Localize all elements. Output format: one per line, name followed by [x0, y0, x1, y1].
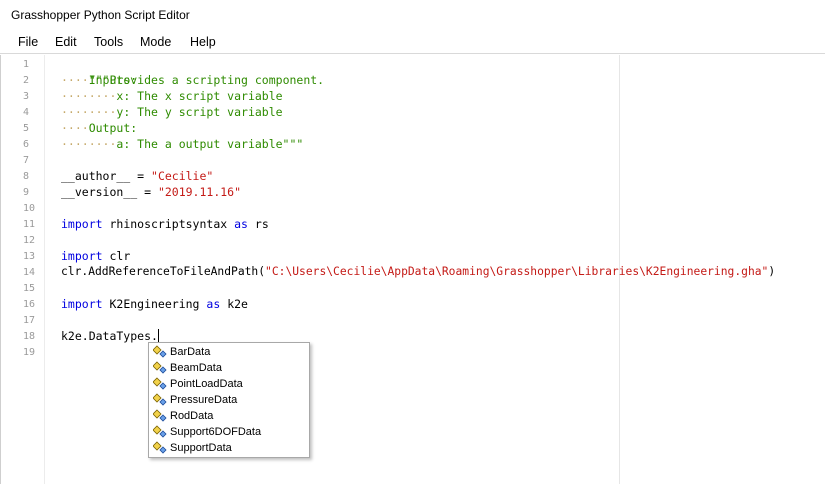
- docstring: Inputs:: [88, 73, 138, 87]
- line-number: 16: [23, 299, 36, 310]
- docstring: a: The a output variable""": [116, 137, 304, 151]
- line-number: 9: [23, 187, 30, 198]
- identifier: clr: [102, 249, 131, 263]
- line-number: 2: [23, 75, 30, 86]
- title-bar: Grasshopper Python Script Editor: [0, 0, 825, 32]
- class-icon: [153, 361, 167, 374]
- code-editor[interactable]: 1 2 3 4 5 6 7 8 9 10 11 12 13 14 15 16 1…: [0, 55, 825, 484]
- docstring: y: The y script variable: [116, 105, 283, 119]
- whitespace-dots: ········: [61, 137, 117, 151]
- line-number: 3: [23, 91, 30, 102]
- window-title: Grasshopper Python Script Editor: [11, 8, 190, 22]
- identifier: k2e: [220, 297, 248, 311]
- identifier: clr.AddReferenceToFileAndPath(: [61, 265, 266, 278]
- docstring: x: The x script variable: [116, 89, 283, 103]
- autocomplete-item[interactable]: Support6DOFData: [151, 424, 307, 440]
- code-line-5: ····Output:: [61, 120, 137, 136]
- whitespace-dots: ····: [61, 121, 89, 135]
- autocomplete-item[interactable]: BeamData: [151, 360, 307, 376]
- identifier: __author__ =: [61, 169, 152, 183]
- autocomplete-item[interactable]: PointLoadData: [151, 376, 307, 392]
- docstring: Output:: [88, 121, 138, 135]
- autocomplete-item[interactable]: RodData: [151, 408, 307, 424]
- code-line-2: ····Inputs:: [61, 72, 137, 88]
- code-line-14: clr.AddReferenceToFileAndPath("C:\Users\…: [61, 264, 775, 280]
- identifier: rhinoscriptsyntax: [102, 217, 235, 231]
- autocomplete-label: Support6DOFData: [170, 426, 262, 438]
- line-number: 17: [23, 315, 36, 326]
- identifier: __version__ =: [61, 185, 158, 199]
- line-number: 6: [23, 139, 30, 150]
- autocomplete-item[interactable]: PressureData: [151, 392, 307, 408]
- line-number: 4: [23, 107, 30, 118]
- line-number: 8: [23, 171, 30, 182]
- line-number: 13: [23, 251, 36, 262]
- string-literal: "C:\Users\Cecilie\AppData\Roaming\Grassh…: [265, 265, 769, 278]
- code-line-4: ········y: The y script variable: [61, 104, 283, 120]
- identifier: K2Engineering: [102, 297, 207, 311]
- keyword: import: [61, 297, 103, 311]
- code-line-8: __author__ = "Cecilie": [61, 168, 213, 184]
- line-number: 15: [23, 283, 36, 294]
- string-literal: "2019.11.16": [157, 185, 242, 199]
- class-icon: [153, 393, 167, 406]
- string-literal: "Cecilie": [151, 169, 214, 183]
- line-number: 12: [23, 235, 36, 246]
- autocomplete-label: BeamData: [170, 362, 222, 374]
- menu-help[interactable]: Help: [190, 35, 216, 49]
- code-line-6: ········a: The a output variable""": [61, 136, 303, 152]
- class-icon: [153, 409, 167, 422]
- code-line-13: import clr: [61, 248, 130, 264]
- menu-file[interactable]: File: [18, 35, 38, 49]
- line-number: 11: [23, 219, 36, 230]
- keyword: import: [61, 249, 103, 263]
- menu-bar: File Edit Tools Mode Help: [0, 32, 825, 54]
- menu-mode[interactable]: Mode: [140, 35, 171, 49]
- line-number: 19: [23, 347, 36, 358]
- keyword: as: [234, 217, 248, 231]
- line-number: 5: [23, 123, 30, 134]
- menu-tools[interactable]: Tools: [94, 35, 123, 49]
- keyword: as: [206, 297, 221, 311]
- autocomplete-label: BarData: [170, 346, 211, 358]
- class-icon: [153, 345, 167, 358]
- class-icon: [153, 377, 167, 390]
- autocomplete-popup[interactable]: BarData BeamData PointLoadData PressureD…: [148, 342, 310, 458]
- line-number: 10: [23, 203, 36, 214]
- whitespace-dots: ····: [61, 73, 89, 87]
- menu-edit[interactable]: Edit: [55, 35, 77, 49]
- class-icon: [153, 441, 167, 454]
- autocomplete-label: RodData: [170, 410, 214, 422]
- code-line-3: ········x: The x script variable: [61, 88, 283, 104]
- line-number: 1: [23, 59, 30, 70]
- identifier: rs: [247, 217, 269, 231]
- code-line-1: """Provides a scripting component.: [61, 56, 324, 87]
- autocomplete-item[interactable]: SupportData: [151, 440, 307, 456]
- line-number: 7: [23, 155, 30, 166]
- fold-margin: [44, 55, 45, 484]
- identifier: ): [768, 265, 776, 278]
- line-number: 14: [23, 267, 36, 278]
- autocomplete-label: PressureData: [170, 394, 238, 406]
- autocomplete-label: PointLoadData: [170, 378, 243, 390]
- code-line-16: import K2Engineering as k2e: [61, 296, 248, 312]
- whitespace-dots: ········: [61, 89, 117, 103]
- text-caret: [157, 329, 159, 342]
- autocomplete-label: SupportData: [170, 442, 232, 454]
- code-line-11: import rhinoscriptsyntax as rs: [61, 216, 269, 232]
- whitespace-dots: ········: [61, 105, 117, 119]
- class-icon: [153, 425, 167, 438]
- keyword: import: [61, 217, 103, 231]
- code-line-9: __version__ = "2019.11.16": [61, 184, 241, 200]
- identifier: k2e.DataTypes.: [61, 329, 158, 343]
- line-number: 18: [23, 331, 36, 342]
- code-line-18: k2e.DataTypes.: [61, 328, 159, 344]
- autocomplete-item[interactable]: BarData: [151, 344, 307, 360]
